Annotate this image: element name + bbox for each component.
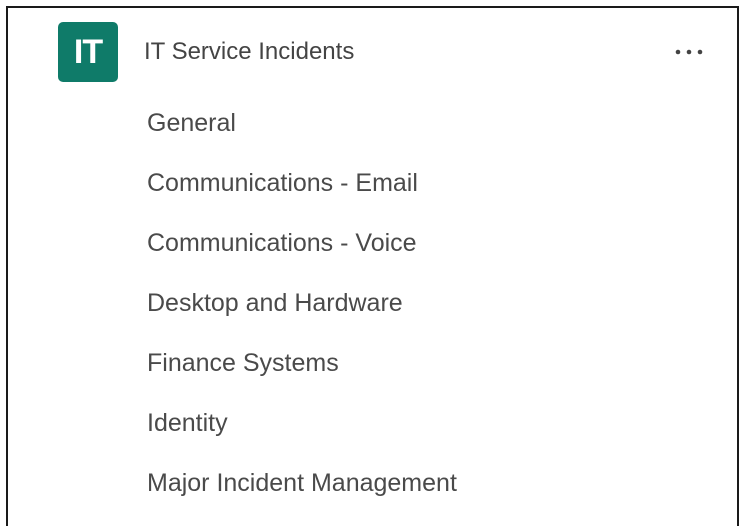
channel-list: General Communications - Email Communica… (147, 98, 717, 518)
teams-channel-panel: IT IT Service Incidents General Communic… (6, 6, 739, 526)
team-avatar: IT (58, 22, 118, 82)
channel-item-general[interactable]: General (147, 98, 717, 158)
team-name[interactable]: IT Service Incidents (144, 38, 669, 66)
more-horizontal-icon (675, 49, 703, 55)
channel-item-desktop-and-hardware[interactable]: Desktop and Hardware (147, 278, 717, 338)
channel-item-identity[interactable]: Identity (147, 398, 717, 458)
channel-item-communications-voice[interactable]: Communications - Voice (147, 218, 717, 278)
team-header[interactable]: IT IT Service Incidents (58, 22, 709, 82)
channel-item-finance-systems[interactable]: Finance Systems (147, 338, 717, 398)
more-options-button[interactable] (669, 37, 709, 67)
channel-item-major-incident-management[interactable]: Major Incident Management (147, 458, 717, 518)
channel-item-communications-email[interactable]: Communications - Email (147, 158, 717, 218)
